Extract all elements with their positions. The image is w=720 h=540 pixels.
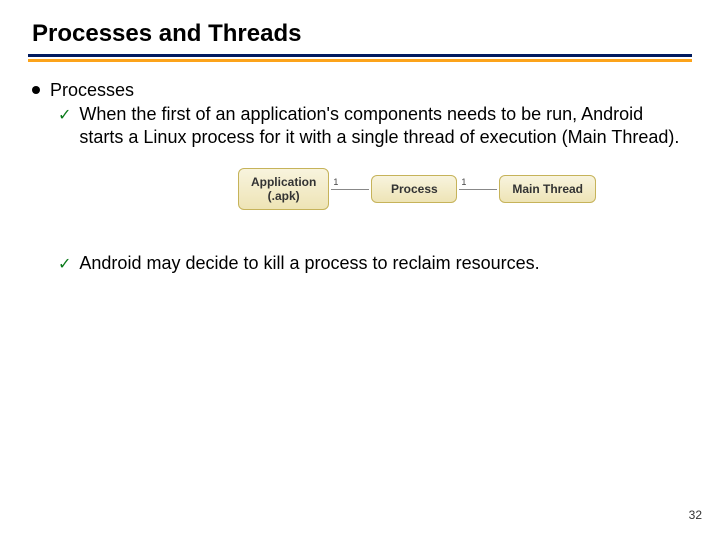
title-underline (28, 54, 692, 62)
page-number: 32 (689, 508, 702, 522)
check-icon: ✓ (58, 105, 71, 125)
box-process: Process (371, 175, 457, 203)
slide-title: Processes and Threads (32, 20, 692, 48)
bullet-dot-icon (32, 86, 40, 94)
sub-text-1: When the first of an application's compo… (79, 103, 689, 148)
sub-text-2: Android may decide to kill a process to … (79, 252, 539, 275)
box-application-line1: Application (251, 175, 316, 189)
connector-2: 1 (459, 189, 497, 190)
bullet-processes: Processes (32, 80, 692, 101)
sub-bullet-1: ✓ When the first of an application's com… (58, 103, 692, 148)
sub-bullet-2: ✓ Android may decide to kill a process t… (58, 252, 692, 275)
process-diagram: Application (.apk) 1 Process 1 Main Thre… (32, 168, 692, 210)
box-main-thread: Main Thread (499, 175, 596, 203)
box-application: Application (.apk) (238, 168, 329, 210)
bullet-text: Processes (50, 80, 134, 101)
connector-1: 1 (331, 189, 369, 190)
box-application-line2: (.apk) (251, 189, 316, 203)
cardinality-1: 1 (333, 177, 338, 187)
check-icon: ✓ (58, 254, 71, 274)
content-area: Processes ✓ When the first of an applica… (28, 80, 692, 275)
cardinality-2: 1 (461, 177, 466, 187)
